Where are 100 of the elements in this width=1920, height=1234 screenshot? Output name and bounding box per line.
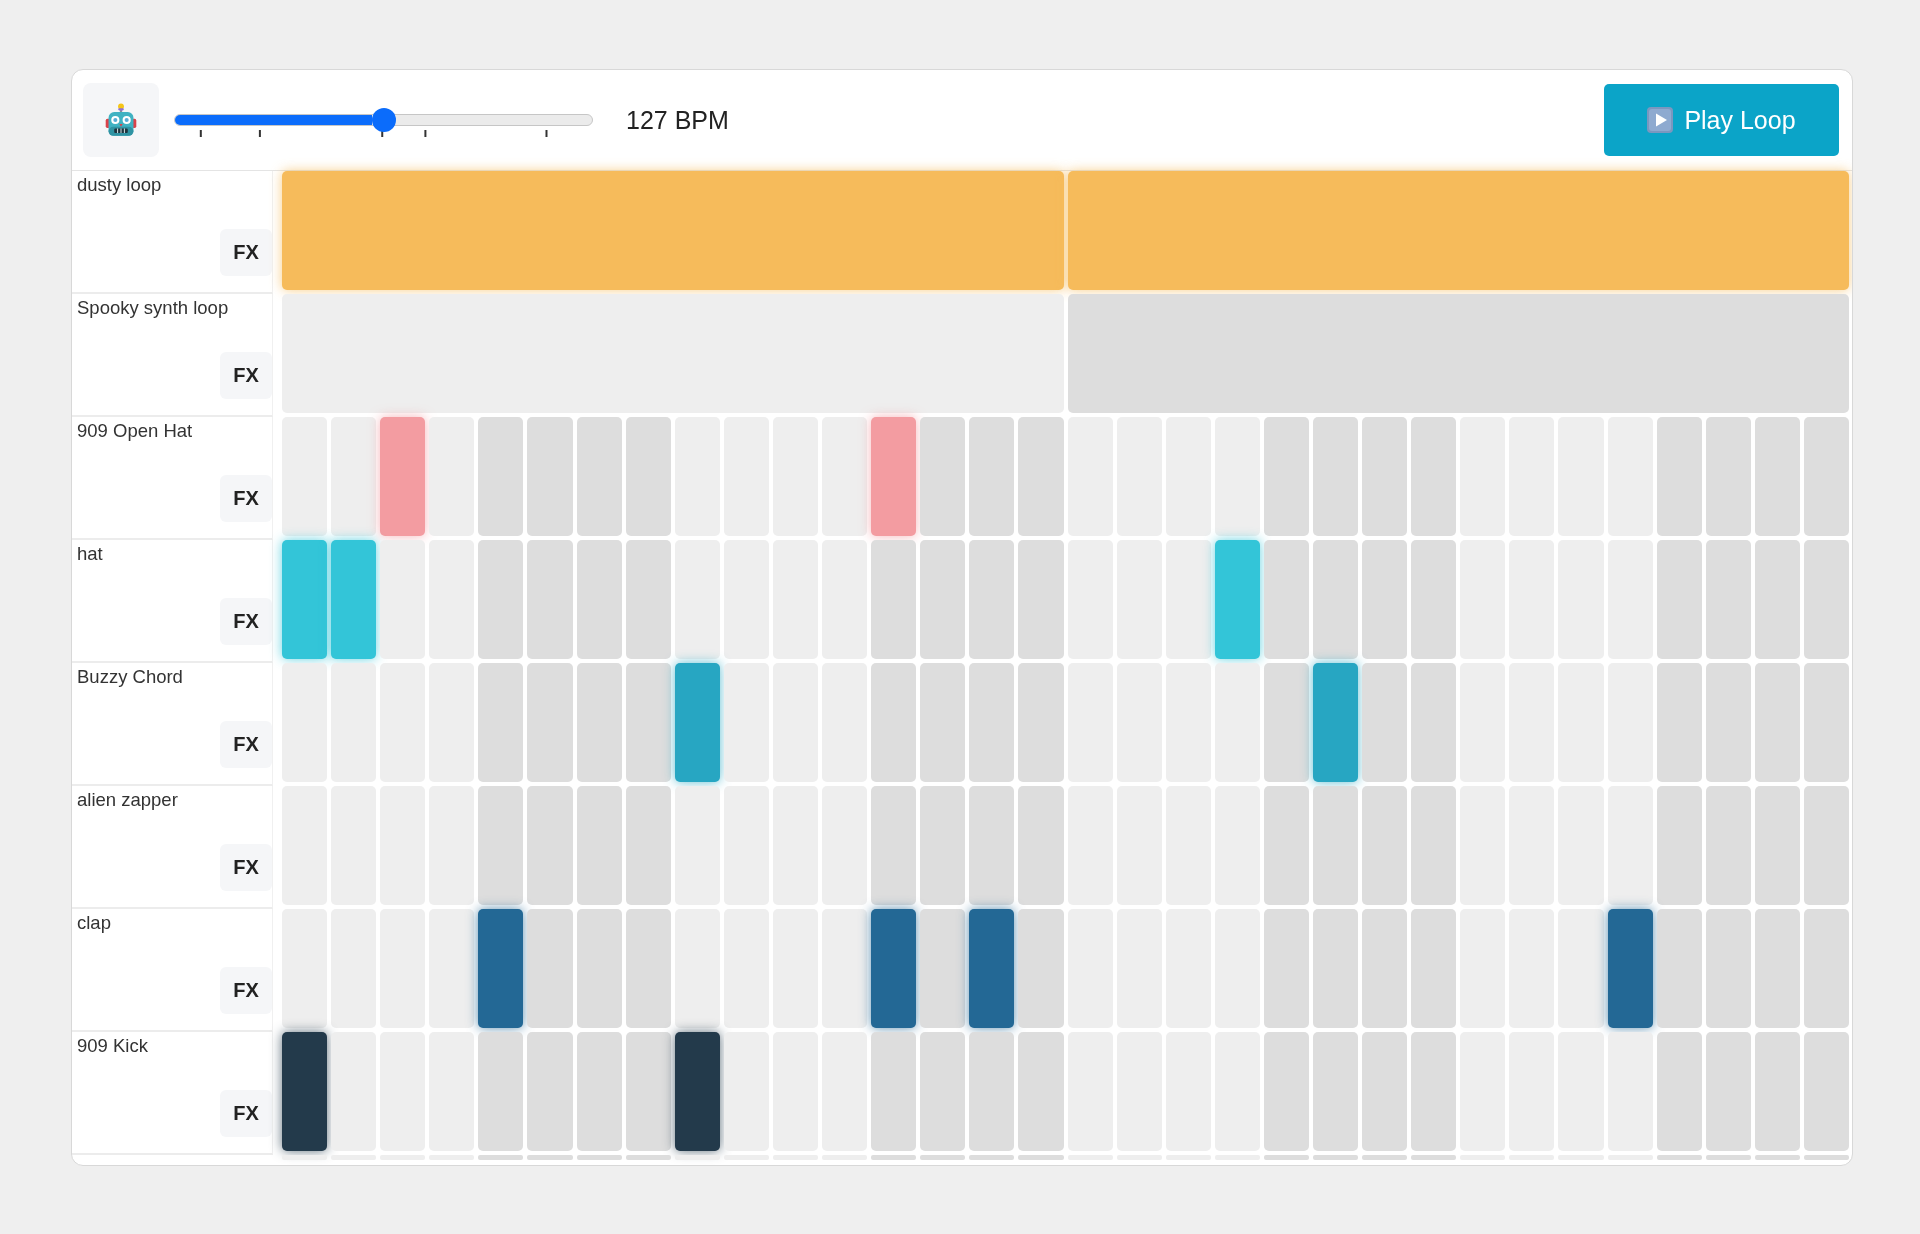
step-cell[interactable] xyxy=(478,1032,524,1151)
step-cell[interactable] xyxy=(1018,540,1064,659)
step-cell[interactable] xyxy=(969,1032,1015,1151)
step-cell[interactable] xyxy=(723,1032,769,1151)
step-cell[interactable] xyxy=(1018,909,1064,1028)
step-cell[interactable] xyxy=(1411,417,1457,536)
step-cell[interactable] xyxy=(1411,1032,1457,1151)
robot-button[interactable] xyxy=(83,83,159,157)
step-cell[interactable] xyxy=(1803,909,1849,1028)
step-cell[interactable] xyxy=(822,909,868,1028)
step-cell[interactable] xyxy=(1362,663,1408,782)
loop-segment[interactable] xyxy=(1067,171,1849,290)
step-cell[interactable] xyxy=(674,786,720,905)
step-cell[interactable] xyxy=(478,786,524,905)
step-cell[interactable] xyxy=(1263,663,1309,782)
step-cell[interactable] xyxy=(871,909,917,1028)
slider-thumb[interactable] xyxy=(371,108,396,132)
step-cell[interactable] xyxy=(1263,909,1309,1028)
step-cell[interactable] xyxy=(478,909,524,1028)
loop-segment[interactable] xyxy=(282,294,1064,413)
step-cell[interactable] xyxy=(1411,909,1457,1028)
step-cell[interactable] xyxy=(625,1155,671,1160)
step-cell[interactable] xyxy=(1656,417,1702,536)
step-cell[interactable] xyxy=(527,1155,573,1160)
step-cell[interactable] xyxy=(282,540,328,659)
step-cell[interactable] xyxy=(1263,1032,1309,1151)
step-cell[interactable] xyxy=(1656,1155,1702,1160)
step-cell[interactable] xyxy=(1656,663,1702,782)
step-cell[interactable] xyxy=(1607,1032,1653,1151)
step-cell[interactable] xyxy=(1362,786,1408,905)
step-cell[interactable] xyxy=(1362,1032,1408,1151)
step-cell[interactable] xyxy=(625,1032,671,1151)
step-cell[interactable] xyxy=(1362,417,1408,536)
step-cell[interactable] xyxy=(1362,909,1408,1028)
fx-button[interactable]: FX xyxy=(220,352,272,399)
step-cell[interactable] xyxy=(282,909,328,1028)
step-cell[interactable] xyxy=(331,1032,377,1151)
step-cell[interactable] xyxy=(527,909,573,1028)
fx-button[interactable]: FX xyxy=(220,1090,272,1137)
step-cell[interactable] xyxy=(478,540,524,659)
step-cell[interactable] xyxy=(1312,909,1359,1028)
step-cell[interactable] xyxy=(1312,663,1359,782)
step-cell[interactable] xyxy=(1754,663,1800,782)
step-cell[interactable] xyxy=(527,540,573,659)
fx-button[interactable]: FX xyxy=(220,721,272,768)
step-cell[interactable] xyxy=(1754,909,1800,1028)
step-cell[interactable] xyxy=(331,417,377,536)
step-cell[interactable] xyxy=(1656,909,1702,1028)
step-cell[interactable] xyxy=(1754,417,1800,536)
step-cell[interactable] xyxy=(1705,663,1751,782)
step-cell[interactable] xyxy=(674,909,720,1028)
step-cell[interactable] xyxy=(625,909,671,1028)
step-cell[interactable] xyxy=(1803,786,1849,905)
step-cell[interactable] xyxy=(625,786,671,905)
step-cell[interactable] xyxy=(1656,786,1702,905)
step-cell[interactable] xyxy=(282,417,328,536)
step-cell[interactable] xyxy=(969,1155,1015,1160)
step-cell[interactable] xyxy=(1362,1155,1408,1160)
fx-button[interactable]: FX xyxy=(220,229,272,276)
step-cell[interactable] xyxy=(282,1155,328,1160)
step-cell[interactable] xyxy=(1558,909,1604,1028)
loop-segment[interactable] xyxy=(1067,294,1849,413)
step-cell[interactable] xyxy=(527,786,573,905)
step-cell[interactable] xyxy=(674,1155,720,1160)
step-cell[interactable] xyxy=(723,663,769,782)
step-cell[interactable] xyxy=(1411,786,1457,905)
step-cell[interactable] xyxy=(1263,417,1309,536)
step-cell[interactable] xyxy=(576,1155,622,1160)
step-cell[interactable] xyxy=(380,540,426,659)
step-cell[interactable] xyxy=(1214,663,1260,782)
step-cell[interactable] xyxy=(429,417,475,536)
step-cell[interactable] xyxy=(871,540,917,659)
step-cell[interactable] xyxy=(871,786,917,905)
fx-button[interactable]: FX xyxy=(220,967,272,1014)
step-cell[interactable] xyxy=(282,663,328,782)
step-cell[interactable] xyxy=(1362,540,1408,659)
step-cell[interactable] xyxy=(1411,540,1457,659)
step-cell[interactable] xyxy=(674,540,720,659)
step-cell[interactable] xyxy=(920,1032,966,1151)
step-cell[interactable] xyxy=(1607,909,1653,1028)
step-cell[interactable] xyxy=(1754,1155,1800,1160)
step-cell[interactable] xyxy=(576,663,622,782)
loop-segment[interactable] xyxy=(282,171,1064,290)
step-cell[interactable] xyxy=(969,540,1015,659)
step-cell[interactable] xyxy=(527,1032,573,1151)
step-cell[interactable] xyxy=(1705,786,1751,905)
step-cell[interactable] xyxy=(380,417,426,536)
step-cell[interactable] xyxy=(1312,786,1359,905)
step-cell[interactable] xyxy=(1214,540,1260,659)
step-cell[interactable] xyxy=(1312,1155,1359,1160)
step-cell[interactable] xyxy=(920,417,966,536)
step-cell[interactable] xyxy=(576,909,622,1028)
step-cell[interactable] xyxy=(674,1032,720,1151)
step-cell[interactable] xyxy=(1803,417,1849,536)
step-cell[interactable] xyxy=(1165,540,1211,659)
step-cell[interactable] xyxy=(1018,786,1064,905)
step-cell[interactable] xyxy=(1754,540,1800,659)
step-cell[interactable] xyxy=(920,663,966,782)
step-cell[interactable] xyxy=(625,663,671,782)
step-cell[interactable] xyxy=(871,1155,917,1160)
